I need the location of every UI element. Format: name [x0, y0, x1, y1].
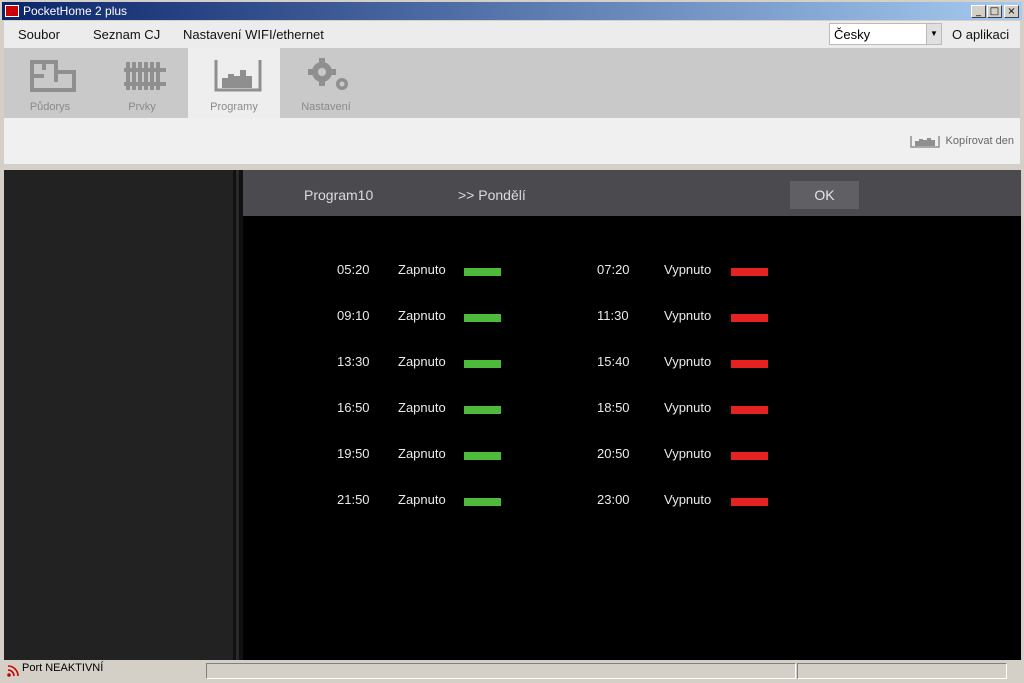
state-indicator-off — [731, 452, 768, 460]
state-indicator-off — [731, 406, 768, 414]
menu-about[interactable]: O aplikaci — [952, 27, 1009, 42]
schedule-time-on[interactable]: 19:50 — [337, 446, 370, 461]
dropdown-arrow-icon[interactable]: ▼ — [926, 24, 941, 44]
copy-day-label: Kopírovat den — [945, 134, 1015, 147]
schedule-time-off[interactable]: 07:20 — [597, 262, 630, 277]
program-name: Program10 — [304, 187, 374, 203]
tool-label: Půdorys — [29, 101, 71, 113]
tool-label: Prvky — [128, 101, 156, 113]
state-indicator-on — [464, 360, 501, 368]
state-indicator-on — [464, 268, 501, 276]
schedule-state-off[interactable]: Vypnuto — [664, 354, 711, 369]
program-header: Program10 >> Pondělí OK — [243, 170, 1021, 216]
schedule-state-on[interactable]: Zapnuto — [398, 354, 446, 369]
schedule-state-off[interactable]: Vypnuto — [664, 400, 711, 415]
app-window: PocketHome 2 plus _ □ × Soubor Seznam CJ… — [0, 0, 1024, 683]
copy-chart-icon — [909, 136, 940, 148]
program-editor: Program10 >> Pondělí OK 05:20 Zapnuto 09:1… — [243, 170, 1021, 660]
schedule-time-off[interactable]: 15:40 — [597, 354, 630, 369]
state-indicator-on — [464, 452, 501, 460]
tool-programs[interactable]: Programy — [188, 48, 280, 118]
floorplan-icon — [30, 60, 76, 92]
minimize-button[interactable]: _ — [971, 5, 986, 18]
schedule-time-off[interactable]: 11:30 — [597, 308, 629, 323]
schedule-time-on[interactable]: 09:10 — [337, 308, 370, 323]
schedule-time-on[interactable]: 21:50 — [337, 492, 370, 507]
status-bar: Port NEAKTIVNÍ — [0, 661, 1024, 683]
language-value: Česky — [834, 27, 871, 42]
schedule-state-on[interactable]: Zapnuto — [398, 492, 446, 507]
state-indicator-off — [731, 314, 768, 322]
title-bar[interactable]: PocketHome 2 plus _ □ × — [2, 2, 1022, 20]
pane-splitter[interactable] — [233, 170, 243, 660]
close-button[interactable]: × — [1004, 5, 1019, 18]
maximize-button[interactable]: □ — [987, 5, 1002, 18]
signal-icon — [7, 665, 19, 677]
state-indicator-off — [731, 498, 768, 506]
schedule-state-on[interactable]: Zapnuto — [398, 308, 446, 323]
state-indicator-on — [464, 314, 501, 322]
schedule-time-on[interactable]: 13:30 — [337, 354, 370, 369]
language-select[interactable]: Česky ▼ — [829, 23, 942, 45]
window-title: PocketHome 2 plus — [23, 4, 128, 18]
schedule-state-off[interactable]: Vypnuto — [664, 262, 711, 277]
tool-elements[interactable]: Prvky — [96, 48, 188, 118]
state-indicator-on — [464, 498, 501, 506]
schedule-state-on[interactable]: Zapnuto — [398, 400, 446, 415]
tool-floorplan[interactable]: Půdorys — [4, 48, 96, 118]
schedule-state-on[interactable]: Zapnuto — [398, 446, 446, 461]
radiator-icon — [124, 62, 166, 90]
tool-settings[interactable]: Nastavení — [280, 48, 372, 118]
tool-label: Programy — [210, 101, 258, 113]
state-indicator-off — [731, 268, 768, 276]
schedule-state-off[interactable]: Vypnuto — [664, 492, 711, 507]
gears-icon — [308, 58, 348, 90]
state-indicator-on — [464, 406, 501, 414]
schedule-time-on[interactable]: 05:20 — [337, 262, 370, 277]
schedule-state-on[interactable]: Zapnuto — [398, 262, 446, 277]
program-day[interactable]: >> Pondělí — [458, 187, 526, 203]
program-list-pane[interactable] — [4, 170, 233, 660]
schedule-state-off[interactable]: Vypnuto — [664, 308, 711, 323]
port-status: Port NEAKTIVNÍ — [22, 662, 104, 674]
copy-day-button[interactable]: Kopírovat den — [909, 134, 1015, 148]
schedule-state-off[interactable]: Vypnuto — [664, 446, 711, 461]
ok-button[interactable]: OK — [790, 181, 859, 209]
menu-seznam-cj[interactable]: Seznam CJ — [93, 27, 160, 42]
program-chart-icon — [214, 60, 262, 92]
menu-soubor[interactable]: Soubor — [18, 27, 60, 42]
schedule-time-off[interactable]: 23:00 — [597, 492, 630, 507]
toolbar: Půdorys Prvky Programy Nastavení — [4, 48, 1020, 118]
tool-label: Nastavení — [301, 101, 351, 113]
schedule-time-off[interactable]: 20:50 — [597, 446, 630, 461]
status-panel — [206, 663, 796, 679]
menu-wifi-settings[interactable]: Nastavení WIFI/ethernet — [183, 27, 324, 42]
action-bar: Kopírovat den — [4, 118, 1020, 165]
state-indicator-off — [731, 360, 768, 368]
schedule-time-on[interactable]: 16:50 — [337, 400, 370, 415]
schedule-time-off[interactable]: 18:50 — [597, 400, 630, 415]
status-panel — [797, 663, 1007, 679]
app-icon — [5, 5, 19, 17]
